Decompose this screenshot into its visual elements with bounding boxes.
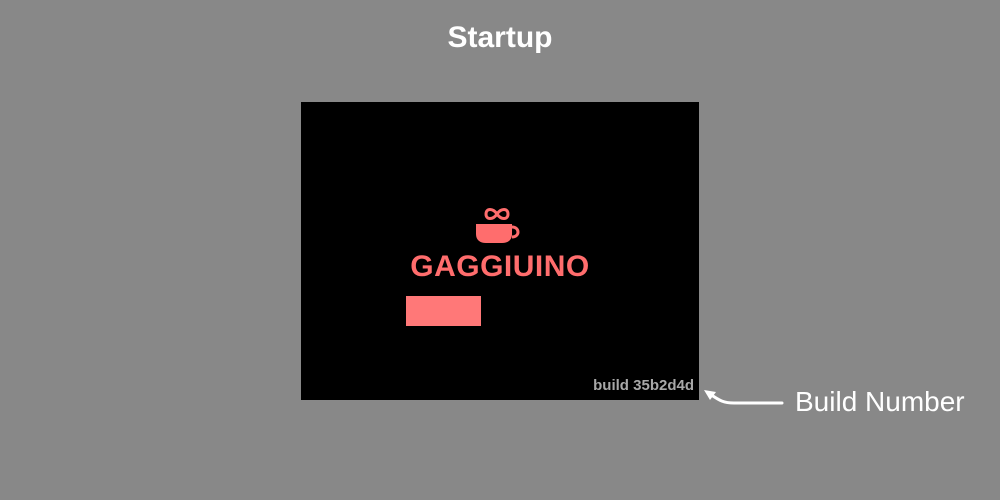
build-number-label: build 35b2d4d (593, 377, 694, 394)
brand-title: GAGGIUINO (410, 250, 590, 283)
device-screen: GAGGIUINO build 35b2d4d (301, 102, 699, 400)
build-number-callout: Build Number (795, 386, 965, 417)
callout-arrow-icon (704, 390, 784, 405)
startup-progress-fill (406, 296, 482, 326)
startup-progress-bar (406, 296, 594, 326)
page-title: Startup (447, 21, 553, 54)
coffee-cup-infinity-icon (476, 208, 520, 243)
